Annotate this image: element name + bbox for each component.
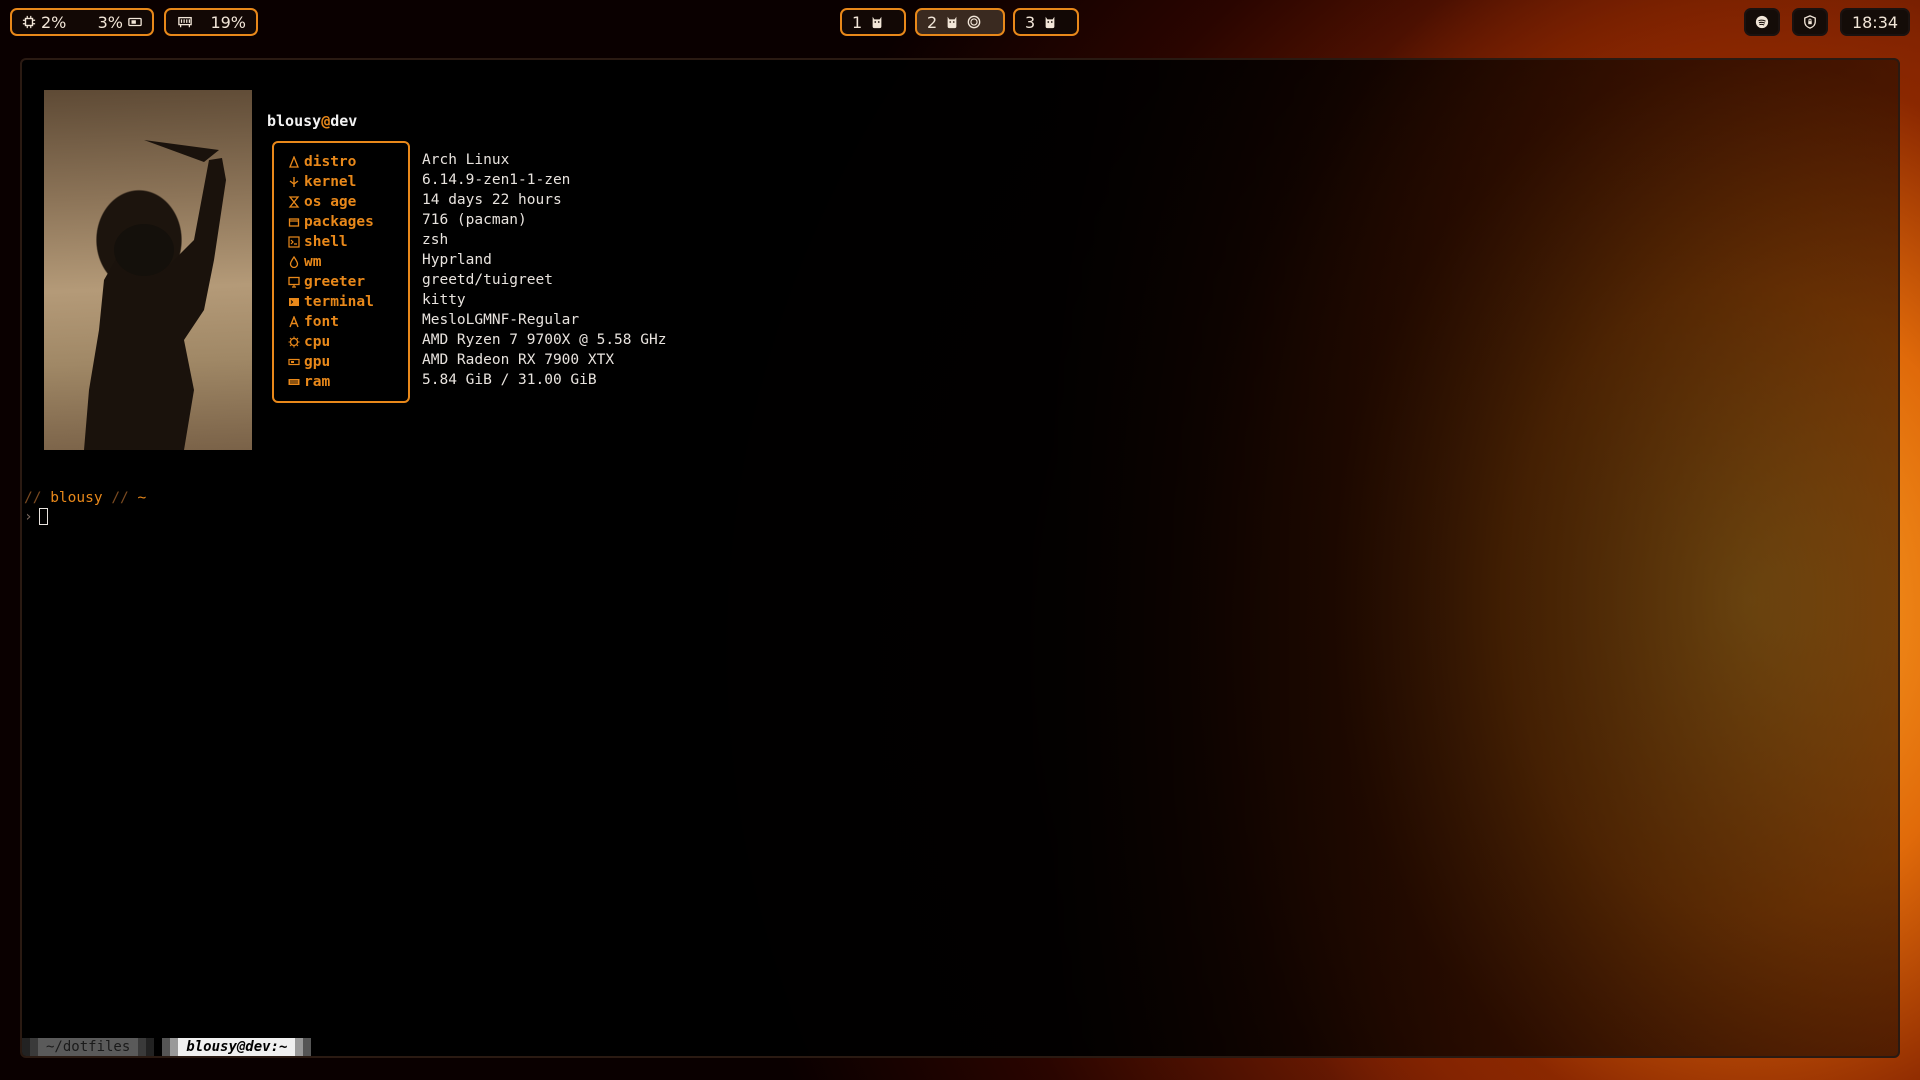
- workspace-number: 1: [852, 12, 863, 32]
- fetch-value-wm: Hyprland: [422, 252, 492, 268]
- cpu-usage: 2%: [41, 12, 67, 32]
- tab-label: blousy@dev:~: [178, 1038, 296, 1056]
- spotify-tray[interactable]: [1744, 8, 1780, 36]
- gpu-usage: 3%: [97, 12, 123, 32]
- ram-icon: [288, 379, 300, 385]
- fetch-host: dev: [330, 112, 358, 130]
- spotify-icon: [1755, 15, 1769, 29]
- fetch-label-wm: wm: [288, 252, 321, 272]
- fetch-label-os-age: os age: [288, 192, 356, 212]
- workspace-number: 3: [1025, 12, 1036, 32]
- text-cursor: [38, 508, 48, 525]
- fetch-value-cpu: AMD Ryzen 7 9700X @ 5.58 GHz: [422, 332, 667, 348]
- fetch-value-kernel: 6.14.9-zen1-1-zen: [422, 172, 571, 188]
- kitty-icon: [872, 16, 882, 29]
- hourglass-icon: [288, 196, 300, 208]
- fetch-value-shell: zsh: [422, 232, 449, 248]
- fetch-user: blousy: [267, 112, 322, 130]
- memory-usage: 19%: [210, 12, 246, 32]
- terminal-prompt-icon: [288, 236, 300, 248]
- prompt-separator: //: [111, 490, 129, 506]
- fetch-label-gpu: gpu: [288, 352, 330, 372]
- kitty-icon: [1045, 16, 1055, 29]
- tab-dotfiles[interactable]: ~/dotfiles: [22, 1038, 155, 1056]
- system-stats-widget[interactable]: 2% 3%: [10, 8, 154, 36]
- prompt-separator: //: [24, 490, 42, 506]
- gpu-icon: [288, 358, 300, 366]
- workspace-3[interactable]: 3: [1013, 8, 1079, 36]
- prompt-directory: ~: [137, 490, 147, 506]
- prompt-symbol: ›: [24, 508, 33, 525]
- fetch-username: blousy@dev: [267, 112, 357, 130]
- shell-prompt-path: // blousy // ~: [24, 490, 146, 506]
- droplet-icon: [289, 256, 299, 268]
- tab-blousy-dev[interactable]: blousy@dev:~: [162, 1038, 312, 1056]
- fetch-value-ram: 5.84 GiB / 31.00 GiB: [422, 372, 597, 388]
- fetch-label-ram: ram: [288, 372, 330, 392]
- fetch-label-cpu: cpu: [288, 332, 330, 352]
- fetch-value-font: MesloLGMNF-Regular: [422, 312, 580, 328]
- fetch-label-packages: packages: [288, 212, 374, 232]
- package-icon: [288, 218, 300, 227]
- fetch-label-box: distro kernel os age packages shell wm g…: [272, 141, 410, 403]
- fetch-label-terminal: terminal: [288, 292, 374, 312]
- fetch-value-terminal: kitty: [422, 292, 466, 308]
- fetch-at: @: [321, 112, 331, 130]
- shield-icon: [1804, 15, 1816, 29]
- kernel-icon: [289, 177, 299, 187]
- gpu-icon: [128, 17, 142, 27]
- fetch-value-os-age: 14 days 22 hours: [422, 192, 562, 208]
- fetch-label-shell: shell: [288, 232, 348, 252]
- font-icon: [289, 316, 299, 328]
- cpu-icon: [22, 15, 36, 29]
- shell-input-line[interactable]: ›: [24, 508, 48, 525]
- linux-icon: [289, 156, 299, 168]
- clock[interactable]: 18:34: [1840, 8, 1910, 36]
- terminal-window[interactable]: blousy@dev distro kernel os age packages…: [20, 58, 1900, 1058]
- workspace-2[interactable]: 2: [915, 8, 1005, 36]
- ram-icon: [178, 16, 192, 28]
- fetch-value-gpu: AMD Radeon RX 7900 XTX: [422, 352, 615, 368]
- warrior-silhouette-image: [84, 140, 226, 450]
- prompt-user: blousy: [50, 490, 103, 506]
- workspace-number: 2: [927, 12, 938, 32]
- fetch-label-distro: distro: [288, 152, 356, 172]
- fetch-label-kernel: kernel: [288, 172, 356, 192]
- kitty-icon: [947, 16, 957, 29]
- tab-label: ~/dotfiles: [38, 1038, 139, 1056]
- workspace-1[interactable]: 1: [840, 8, 906, 36]
- cpu-icon: [288, 336, 300, 348]
- monitor-icon: [288, 276, 300, 288]
- spotify-icon: [967, 15, 981, 29]
- fetch-label-greeter: greeter: [288, 272, 365, 292]
- vpn-tray[interactable]: [1792, 8, 1828, 36]
- terminal-icon: [289, 298, 299, 306]
- fetch-image: [44, 90, 252, 450]
- fetch-value-distro: Arch Linux: [422, 152, 510, 168]
- fetch-value-greeter: greetd/tuigreet: [422, 272, 553, 288]
- fetch-label-font: font: [288, 312, 339, 332]
- clock-time: 18:34: [1851, 12, 1899, 32]
- terminal-tab-bar: ~/dotfiles blousy@dev:~: [22, 1038, 312, 1056]
- tab-gap: [154, 1038, 162, 1056]
- memory-widget[interactable]: 19%: [164, 8, 258, 36]
- fetch-value-packages: 716 (pacman): [422, 212, 527, 228]
